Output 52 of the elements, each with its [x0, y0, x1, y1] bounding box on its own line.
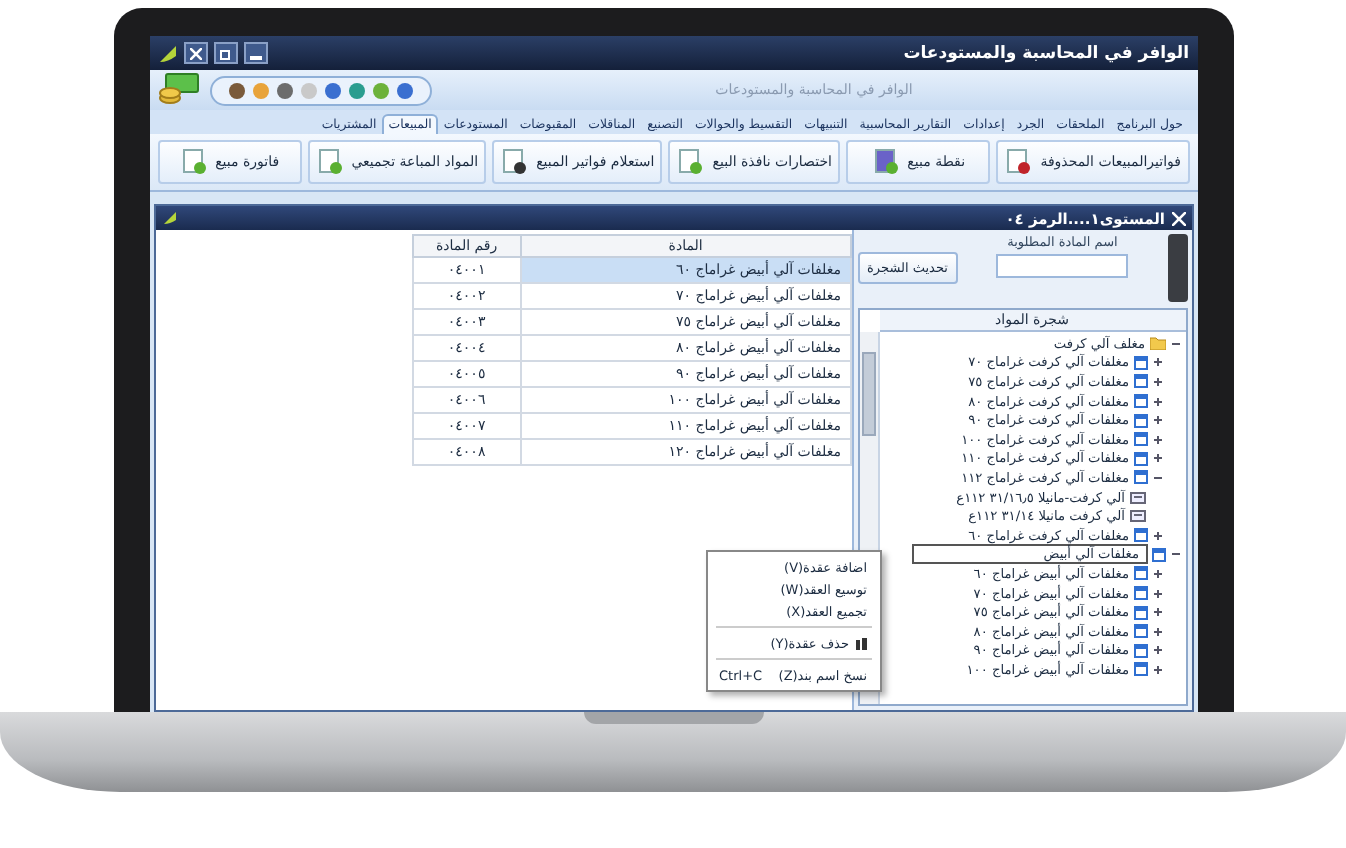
expand-toggle-icon[interactable]: [1151, 414, 1163, 427]
document-icon: [1004, 148, 1033, 176]
document-icon: [315, 148, 344, 176]
page-icon: [1133, 586, 1147, 601]
restore-button[interactable]: [213, 42, 237, 64]
expand-toggle-icon[interactable]: [1151, 375, 1163, 388]
close-button[interactable]: [183, 42, 207, 64]
expand-toggle-icon[interactable]: [1151, 606, 1163, 619]
window-title: الوافر في المحاسبة والمستودعات: [901, 43, 1189, 63]
page-icon: [1151, 547, 1165, 562]
expand-toggle-icon[interactable]: [1151, 452, 1163, 465]
page-icon: [1133, 394, 1147, 409]
page-icon: [1133, 374, 1147, 389]
collapse-toggle-icon[interactable]: [1151, 471, 1163, 484]
expand-toggle-icon[interactable]: [1151, 663, 1163, 676]
minimize-button[interactable]: [243, 42, 267, 64]
item-icon: [1129, 510, 1145, 523]
page-icon: [1133, 451, 1147, 466]
collapse-toggle-icon[interactable]: [1169, 337, 1181, 350]
page-icon: [1133, 624, 1147, 639]
leaf-icon: [161, 210, 177, 226]
document-icon: [179, 148, 208, 176]
expand-toggle-icon[interactable]: [1151, 567, 1163, 580]
close-icon[interactable]: [1171, 211, 1185, 225]
page-icon: [1133, 528, 1147, 543]
expand-toggle-icon[interactable]: [1151, 356, 1163, 369]
page-icon: [1133, 432, 1147, 447]
expand-toggle-icon[interactable]: [1151, 644, 1163, 657]
folder-icon: [1149, 336, 1165, 351]
expand-toggle-icon[interactable]: [1151, 587, 1163, 600]
expand-toggle-icon[interactable]: [1151, 395, 1163, 408]
app-logo-icon: [157, 43, 177, 63]
restore-icon: [219, 47, 231, 59]
close-icon: [189, 47, 201, 59]
search-field[interactable]: [996, 254, 1129, 278]
expand-toggle-icon[interactable]: [1151, 625, 1163, 638]
collapse-toggle-icon[interactable]: [1169, 548, 1181, 561]
page-icon: [1133, 566, 1147, 581]
page-icon: [1133, 355, 1147, 370]
money-stack-icon: [157, 72, 201, 108]
page-icon: [1133, 605, 1147, 620]
document-icon: [676, 148, 705, 176]
item-icon: [1129, 491, 1145, 504]
side-tab[interactable]: [1167, 234, 1187, 302]
document-icon: [871, 148, 900, 176]
page-icon: [1133, 662, 1147, 677]
expand-toggle-icon[interactable]: [1151, 433, 1163, 446]
page-icon: [1133, 470, 1147, 485]
expand-toggle-icon[interactable]: [1151, 529, 1163, 542]
page-icon: [1133, 643, 1147, 658]
document-icon: [500, 148, 529, 176]
page-icon: [1133, 413, 1147, 428]
